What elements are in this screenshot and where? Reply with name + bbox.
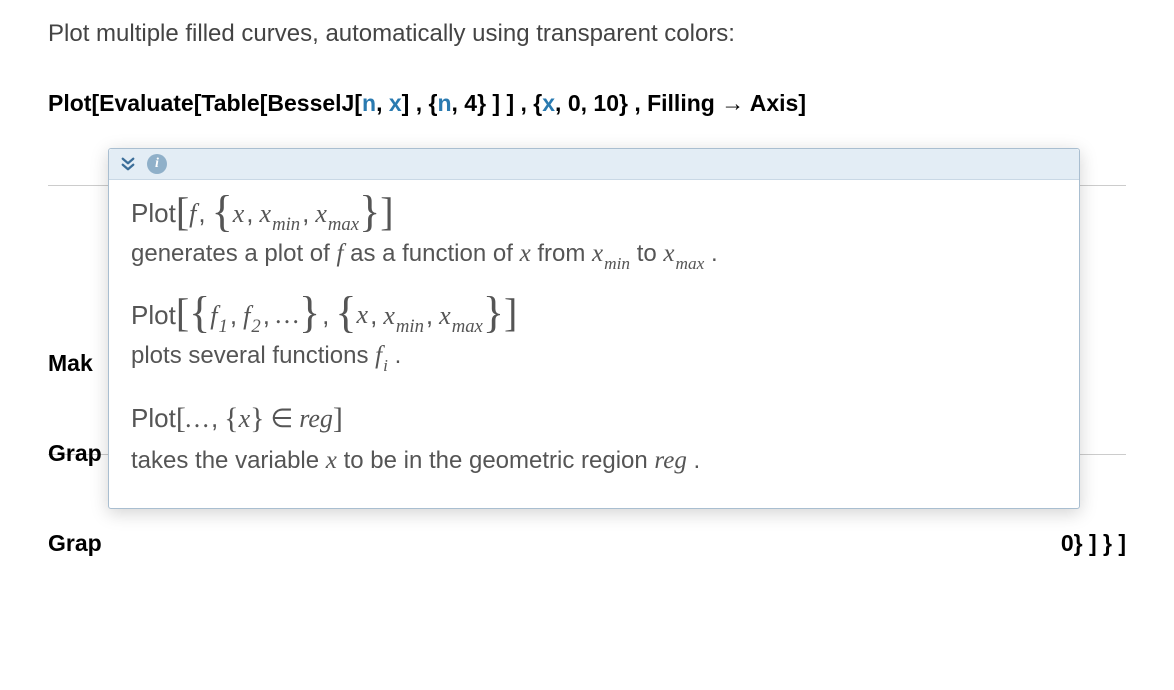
code-text: Plot[Evaluate[Table[BesselJ[	[48, 90, 362, 116]
doc-description: plots several functions fi .	[131, 337, 1057, 376]
sig-arg-sub: max	[452, 316, 483, 337]
sig-arg: x	[233, 199, 245, 229]
sig-arg: reg	[299, 404, 333, 434]
doc-description: generates a plot of f as a function of x…	[131, 235, 1057, 274]
doc-fn-name: Plot	[131, 300, 176, 331]
doc-entry: Plot [ … , { x } ∈ reg ] takes the varia…	[131, 402, 1057, 481]
doc-tooltip: i Plot [ f , { x , xmin , xm	[108, 148, 1080, 509]
sig-comma: ,	[263, 300, 270, 331]
desc-text: takes the variable	[131, 447, 326, 474]
sig-arg-sub: min	[272, 214, 300, 235]
code-text: ,	[376, 90, 389, 116]
doc-signature: Plot [ … , { x } ∈ reg ]	[131, 402, 1057, 436]
sig-arg-sub: min	[396, 316, 424, 337]
desc-text: .	[711, 240, 718, 267]
code-var-x: x	[389, 90, 402, 116]
desc-text: as a function of	[350, 240, 519, 267]
sig-comma: ,	[246, 198, 253, 229]
doc-fn-name: Plot	[131, 403, 176, 434]
code-var-n: n	[362, 90, 376, 116]
desc-var-sub: min	[604, 254, 630, 273]
sig-arg-base: x	[260, 199, 272, 228]
close-bracket: ]	[333, 402, 343, 436]
sig-comma: ,	[426, 300, 433, 331]
desc-text: from	[537, 240, 592, 267]
info-icon[interactable]: i	[147, 154, 167, 174]
close-brace: }	[250, 402, 264, 436]
sig-arg: f	[189, 199, 196, 229]
desc-text: to	[637, 240, 664, 267]
sig-arg-base: f	[243, 301, 250, 330]
sig-arg-base: x	[383, 301, 395, 330]
desc-text: generates a plot of	[131, 240, 336, 267]
sig-arg-base: f	[210, 301, 217, 330]
sig-comma: ,	[322, 300, 329, 331]
sig-arg-sub: 2	[251, 316, 260, 337]
sig-comma: ,	[370, 300, 377, 331]
obscured-label: Mak	[48, 350, 93, 377]
doc-signature: Plot [ f , { x , xmin , xmax } ]	[131, 198, 1057, 229]
sig-arg-base: x	[315, 199, 327, 228]
desc-var: reg	[654, 447, 686, 474]
doc-description: takes the variable x to be in the geomet…	[131, 442, 1057, 481]
code-text: , 4} ] ] , {	[452, 90, 543, 116]
sig-comma: ,	[230, 300, 237, 331]
doc-tooltip-body: Plot [ f , { x , xmin , xmax } ]	[109, 180, 1079, 508]
expand-tooltip-button[interactable]	[119, 155, 137, 173]
sig-arg: …	[276, 300, 299, 330]
obscured-label: Grap	[48, 530, 102, 557]
code-input-line: Plot[Evaluate[Table[BesselJ[n, x] , {n, …	[48, 90, 1126, 117]
doc-entry: Plot [ f , { x , xmin , xmax } ]	[131, 198, 1057, 274]
sig-arg-base: x	[439, 301, 451, 330]
element-of-icon: ∈	[271, 403, 294, 434]
doc-signature: Plot [ { f1 , f2 , … } , { x ,	[131, 300, 1057, 331]
intro-text: Plot multiple filled curves, automatical…	[48, 0, 1126, 48]
doc-tooltip-header: i	[109, 149, 1079, 180]
doc-entry: Plot [ { f1 , f2 , … } , { x ,	[131, 300, 1057, 376]
sig-arg-sub: 1	[219, 316, 228, 337]
desc-var: x	[520, 240, 531, 267]
code-text: , 0, 10} , Filling → Axis]	[555, 90, 806, 116]
sig-comma: ,	[198, 198, 205, 229]
sig-arg: …	[186, 404, 209, 434]
sig-arg: x	[239, 404, 251, 434]
desc-var-base: x	[592, 240, 603, 267]
desc-var: x	[326, 447, 337, 474]
desc-text: to be in the geometric region	[344, 447, 655, 474]
desc-var-sub: i	[383, 356, 388, 375]
desc-var-sub: max	[676, 254, 705, 273]
doc-fn-name: Plot	[131, 198, 176, 229]
obscured-code-fragment: 0} ] } ]	[1061, 530, 1126, 557]
sig-comma: ,	[302, 198, 309, 229]
sig-arg: x	[357, 300, 369, 330]
desc-var: f	[336, 240, 343, 267]
sig-arg-sub: max	[328, 214, 359, 235]
open-bracket: [	[176, 402, 186, 436]
code-text: ] , {	[402, 90, 438, 116]
code-var-x: x	[542, 90, 555, 116]
desc-text: .	[395, 342, 402, 369]
sig-comma: ,	[211, 403, 218, 434]
desc-text: .	[694, 447, 701, 474]
open-brace: {	[224, 402, 238, 436]
obscured-label: Grap	[48, 440, 102, 467]
code-var-n: n	[437, 90, 451, 116]
desc-var-base: f	[375, 342, 382, 369]
desc-text: plots several functions	[131, 342, 375, 369]
double-chevron-down-icon	[119, 155, 137, 173]
desc-var-base: x	[663, 240, 674, 267]
